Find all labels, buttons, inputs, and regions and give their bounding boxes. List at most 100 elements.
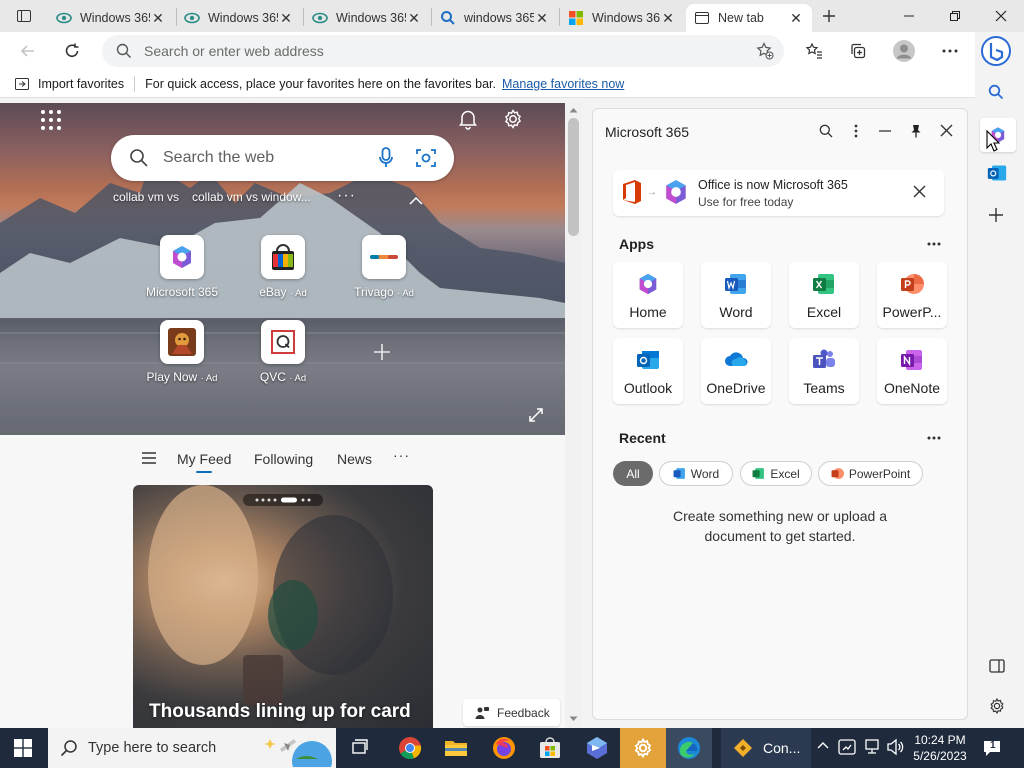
filter-excel[interactable]: Excel (740, 461, 812, 486)
close-tab-icon[interactable]: ✕ (278, 10, 294, 26)
upgrade-banner[interactable]: → Office is now Microsoft 365 Use for fr… (613, 170, 944, 216)
tab-windows365-ms[interactable]: Windows 365 ✕ (560, 4, 684, 32)
tab-windows365-1[interactable]: Windows 365 ✕ (48, 4, 174, 32)
more-options-icon[interactable] (934, 35, 966, 67)
edge-browser-icon[interactable] (666, 728, 712, 768)
app-home[interactable]: Home (613, 262, 683, 328)
tile-trivago[interactable] (362, 235, 406, 279)
settings-gear-icon[interactable] (502, 108, 524, 130)
news-card[interactable]: Thousands lining up for card (133, 485, 433, 728)
add-sidebar-app-icon[interactable] (989, 208, 1003, 222)
page-scrollbar[interactable] (565, 103, 582, 728)
recent-search-2[interactable]: collab vm vs window... (192, 190, 311, 204)
close-tab-icon[interactable]: ✕ (660, 10, 676, 26)
filter-powerpoint[interactable]: PowerPoint (818, 461, 923, 486)
volume-icon[interactable] (886, 738, 904, 756)
favorites-icon[interactable] (798, 35, 830, 67)
app-powerpoint[interactable]: PowerP... (877, 262, 947, 328)
close-tab-icon[interactable]: ✕ (788, 10, 804, 26)
file-explorer-icon[interactable] (433, 728, 479, 768)
close-tab-icon[interactable]: ✕ (150, 10, 166, 26)
outlook-icon[interactable] (987, 163, 1007, 183)
filter-all[interactable]: All (613, 461, 653, 486)
restore-window-button[interactable] (932, 0, 978, 32)
app-word[interactable]: Word (701, 262, 771, 328)
add-site-plus-icon[interactable] (372, 342, 392, 362)
back-arrow-icon[interactable] (12, 35, 44, 67)
expand-icon[interactable] (528, 407, 544, 423)
taskbar-clock[interactable]: 10:24 PM 5/26/2023 (912, 732, 968, 764)
close-pane-icon[interactable] (940, 124, 953, 137)
taskbar-search-box[interactable]: Type here to search (48, 728, 336, 768)
import-favorites-button[interactable]: Import favorites (38, 77, 124, 91)
address-bar[interactable]: Search or enter web address (102, 35, 784, 67)
scrollbar-thumb[interactable] (568, 118, 579, 236)
recent-more-icon[interactable] (927, 436, 941, 440)
search-icon[interactable] (988, 84, 1004, 100)
minimize-window-button[interactable] (886, 0, 932, 32)
feed-tab-following[interactable]: Following (254, 451, 313, 467)
windows365-app-icon[interactable] (574, 728, 620, 768)
minimize-pane-icon[interactable] (879, 130, 891, 132)
apps-grid-icon[interactable] (40, 109, 62, 131)
app-teams[interactable]: Teams (789, 338, 859, 404)
hide-sidebar-icon[interactable] (989, 659, 1005, 673)
app-onenote[interactable]: OneNote (877, 338, 947, 404)
address-placeholder: Search or enter web address (144, 43, 324, 59)
app-outlook[interactable]: Outlook (613, 338, 683, 404)
new-tab-button[interactable] (813, 0, 845, 32)
taskbar-app-con[interactable]: Con... (721, 728, 811, 768)
tab-windows365-search[interactable]: windows 365 ✕ (432, 4, 558, 32)
notifications-icon[interactable]: 1 (982, 738, 1002, 758)
sidebar-settings-gear-icon[interactable] (988, 697, 1006, 715)
recent-search-1[interactable]: collab vm vs (113, 190, 179, 204)
bing-copilot-icon[interactable] (981, 36, 1011, 66)
web-search-box[interactable]: Search the web (111, 135, 454, 181)
tab-windows365-3[interactable]: Windows 365 ✕ (304, 4, 430, 32)
tile-ebay[interactable] (261, 235, 305, 279)
close-window-button[interactable] (978, 0, 1024, 32)
microsoft-store-icon[interactable] (527, 728, 573, 768)
tab-windows365-2[interactable]: Windows 365 ✕ (176, 4, 302, 32)
windows-start-icon[interactable] (0, 728, 46, 768)
recent-searches-more-icon[interactable]: ··· (337, 187, 356, 205)
app-excel[interactable]: Excel (789, 262, 859, 328)
tile-qvc[interactable] (261, 320, 305, 364)
settings-app-icon[interactable] (620, 728, 666, 768)
chrome-icon[interactable] (387, 728, 433, 768)
dismiss-banner-icon[interactable] (913, 185, 926, 198)
tile-play-now[interactable] (160, 320, 204, 364)
feed-tab-news[interactable]: News (337, 451, 372, 467)
feed-more-icon[interactable]: ··· (393, 447, 410, 463)
pin-icon[interactable] (910, 124, 922, 138)
filter-word[interactable]: Word (659, 461, 733, 486)
collections-icon[interactable] (842, 35, 874, 67)
search-icon[interactable] (819, 124, 833, 138)
apps-more-icon[interactable] (927, 242, 941, 246)
notifications-bell-icon[interactable] (457, 108, 479, 130)
tab-actions-icon[interactable] (8, 0, 40, 32)
tile-microsoft365[interactable] (160, 235, 204, 279)
collapse-chevron-icon[interactable] (409, 197, 423, 205)
refresh-icon[interactable] (56, 35, 88, 67)
tab-new-tab[interactable]: New tab ✕ (686, 4, 812, 32)
hamburger-menu-icon[interactable] (142, 452, 156, 464)
profile-avatar-icon[interactable] (888, 35, 920, 67)
news-card-title[interactable]: Thousands lining up for card (149, 701, 411, 723)
firefox-icon[interactable] (481, 728, 527, 768)
visual-search-icon[interactable] (416, 148, 436, 168)
feed-tab-my-feed[interactable]: My Feed (177, 451, 231, 467)
manage-favorites-link[interactable]: Manage favorites now (502, 77, 624, 91)
carousel-dots[interactable] (243, 494, 323, 506)
close-tab-icon[interactable]: ✕ (534, 10, 550, 26)
close-tab-icon[interactable]: ✕ (406, 10, 422, 26)
show-hidden-icons-chevron-icon[interactable] (817, 741, 829, 749)
network-icon[interactable] (863, 738, 881, 756)
feedback-button[interactable]: Feedback (463, 699, 560, 726)
app-onedrive[interactable]: OneDrive (701, 338, 771, 404)
tray-app-icon[interactable] (838, 738, 856, 756)
pane-more-icon[interactable] (854, 124, 858, 138)
task-view-icon[interactable] (337, 728, 383, 768)
add-favorite-icon[interactable] (756, 42, 774, 60)
microphone-icon[interactable] (378, 147, 394, 169)
